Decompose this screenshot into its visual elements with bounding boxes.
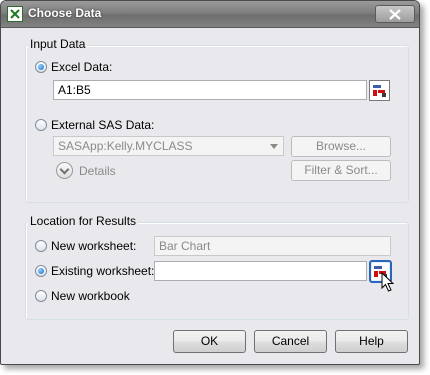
new-workbook-radio[interactable] <box>35 290 47 302</box>
ok-button[interactable]: OK <box>173 330 246 353</box>
new-worksheet-label: New worksheet: <box>51 239 137 253</box>
browse-button[interactable]: Browse... <box>291 136 391 157</box>
chevron-down-icon <box>270 144 278 149</box>
external-sas-radio[interactable] <box>35 119 47 131</box>
close-icon <box>389 9 401 20</box>
range-picker-icon <box>371 82 388 99</box>
mouse-pointer-icon <box>381 272 395 292</box>
excel-range-picker-button[interactable] <box>369 80 390 101</box>
details-label[interactable]: Details <box>79 164 116 178</box>
existing-worksheet-radio[interactable] <box>35 265 47 277</box>
existing-worksheet-input[interactable] <box>154 261 367 281</box>
sas-data-source-value: SASApp:Kelly.MYCLASS <box>58 139 193 153</box>
dialog-title: Choose Data <box>28 6 102 20</box>
excel-data-label: Excel Data: <box>51 60 113 74</box>
excel-app-icon <box>7 6 23 22</box>
filter-sort-button[interactable]: Filter & Sort... <box>291 160 391 181</box>
input-data-group-label: Input Data <box>28 37 88 51</box>
external-sas-label: External SAS Data: <box>51 118 155 132</box>
sas-data-source-select[interactable]: SASApp:Kelly.MYCLASS <box>53 136 284 156</box>
existing-worksheet-label: Existing worksheet: <box>51 264 155 278</box>
title-bar: Choose Data <box>1 1 419 28</box>
excel-range-input[interactable]: A1:B5 <box>53 80 367 100</box>
cancel-button[interactable]: Cancel <box>254 330 327 353</box>
help-button[interactable]: Help <box>335 330 408 353</box>
close-button[interactable] <box>375 5 415 23</box>
details-expand-button[interactable] <box>56 162 73 179</box>
new-worksheet-name-input[interactable]: Bar Chart <box>154 236 391 256</box>
results-group-label: Location for Results <box>28 214 139 228</box>
excel-data-radio[interactable] <box>35 61 47 73</box>
new-workbook-label: New workbook <box>51 289 130 303</box>
choose-data-dialog: Choose Data Input Data Excel Data: A1:B5… <box>0 0 420 365</box>
new-worksheet-radio[interactable] <box>35 240 47 252</box>
